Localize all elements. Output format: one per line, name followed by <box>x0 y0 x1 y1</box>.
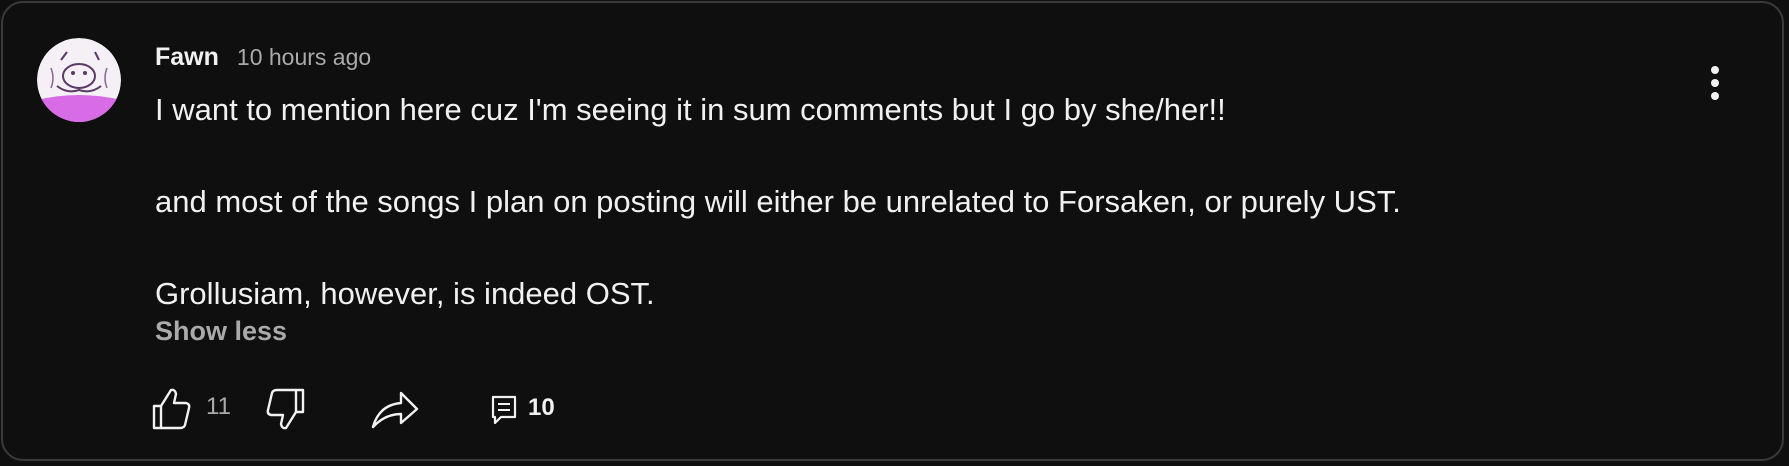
share-button[interactable] <box>371 387 419 431</box>
comment-line: I want to mention here cuz I'm seeing it… <box>155 92 1226 127</box>
more-vertical-icon <box>1711 66 1719 100</box>
thumbs-up-icon <box>152 388 191 430</box>
comment-text: I want to mention here cuz I'm seeing it… <box>155 87 1401 317</box>
more-options-button[interactable] <box>1695 59 1735 107</box>
share-arrow-icon <box>371 391 419 429</box>
like-button[interactable] <box>152 387 192 431</box>
dislike-button[interactable] <box>263 387 307 431</box>
reply-count[interactable]: 10 <box>528 394 555 422</box>
avatar[interactable] <box>37 38 121 122</box>
comment-header: Fawn 10 hours ago <box>155 43 371 72</box>
avatar-image <box>37 38 121 122</box>
thumbs-down-icon <box>266 388 305 430</box>
comment-line: Grollusiam, however, is indeed OST. <box>155 276 655 311</box>
comment-timestamp[interactable]: 10 hours ago <box>237 44 371 71</box>
comment-icon <box>491 395 517 425</box>
comment-line: and most of the songs I plan on posting … <box>155 184 1401 219</box>
paragraph-break <box>155 133 1401 179</box>
reply-button[interactable] <box>491 393 517 427</box>
paragraph-break <box>155 225 1401 271</box>
author-name[interactable]: Fawn <box>155 43 219 72</box>
show-less-button[interactable]: Show less <box>155 316 287 347</box>
like-count: 11 <box>206 393 231 420</box>
comment-card: Fawn 10 hours ago I want to mention here… <box>1 1 1784 461</box>
